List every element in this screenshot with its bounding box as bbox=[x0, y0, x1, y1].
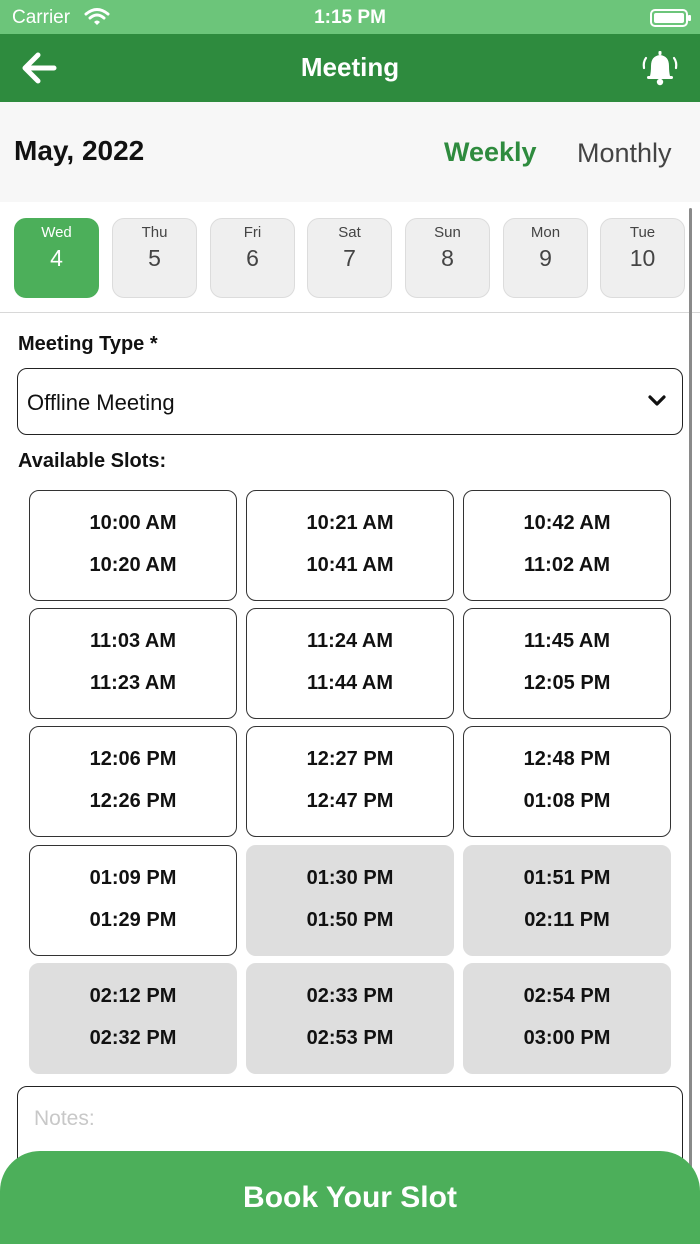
slot-end-time: 02:11 PM bbox=[524, 909, 610, 931]
slot-start-time: 10:42 AM bbox=[523, 512, 611, 534]
slot-start-time: 11:24 AM bbox=[307, 630, 393, 652]
slot-end-time: 11:02 AM bbox=[524, 554, 610, 576]
divider bbox=[0, 312, 700, 313]
time-slot-unavailable: 02:12 PM 02:32 PM bbox=[29, 963, 237, 1074]
slot-start-time: 10:21 AM bbox=[306, 512, 394, 534]
slot-end-time: 12:05 PM bbox=[523, 672, 611, 694]
slot-start-time: 11:03 AM bbox=[90, 630, 176, 652]
time-slot[interactable]: 12:48 PM 01:08 PM bbox=[463, 726, 671, 837]
day-number: 7 bbox=[343, 245, 356, 271]
time-slot-unavailable: 01:30 PM 01:50 PM bbox=[246, 845, 454, 956]
slot-start-time: 02:54 PM bbox=[523, 985, 611, 1007]
slot-end-time: 12:26 PM bbox=[89, 790, 177, 812]
time-slot[interactable]: 10:00 AM 10:20 AM bbox=[29, 490, 237, 601]
slot-end-time: 10:41 AM bbox=[306, 554, 394, 576]
time-slot[interactable]: 12:27 PM 12:47 PM bbox=[246, 726, 454, 837]
day-chip-mon[interactable]: Mon 9 bbox=[503, 218, 588, 298]
tab-monthly[interactable]: Monthly bbox=[577, 138, 672, 169]
slot-end-time: 01:29 PM bbox=[89, 909, 177, 931]
day-number: 9 bbox=[539, 245, 552, 271]
slot-end-time: 02:32 PM bbox=[89, 1027, 177, 1049]
slot-end-time: 02:53 PM bbox=[306, 1027, 394, 1049]
time-slot[interactable]: 10:21 AM 10:41 AM bbox=[246, 490, 454, 601]
status-bar: Carrier 1:15 PM bbox=[0, 0, 700, 34]
time-slot[interactable]: 12:06 PM 12:26 PM bbox=[29, 726, 237, 837]
day-chip-sat[interactable]: Sat 7 bbox=[307, 218, 392, 298]
slot-start-time: 01:09 PM bbox=[89, 867, 177, 889]
day-chip-tue[interactable]: Tue 10 bbox=[600, 218, 685, 298]
time-slot[interactable]: 11:45 AM 12:05 PM bbox=[463, 608, 671, 719]
nav-bar: Meeting bbox=[0, 34, 700, 102]
slot-end-time: 12:47 PM bbox=[306, 790, 394, 812]
slot-start-time: 02:33 PM bbox=[306, 985, 394, 1007]
month-label: May, 2022 bbox=[14, 135, 145, 166]
notification-button[interactable] bbox=[638, 46, 682, 90]
slot-start-time: 10:00 AM bbox=[89, 512, 177, 534]
slot-end-time: 10:20 AM bbox=[89, 554, 177, 576]
slot-end-time: 01:50 PM bbox=[306, 909, 394, 931]
meeting-type-value: Offline Meeting bbox=[27, 390, 175, 415]
bell-icon bbox=[642, 51, 678, 86]
week-days-row: Wed 4 Thu 5 Fri 6 Sat 7 Sun 8 Mon 9 Tue … bbox=[14, 218, 686, 298]
day-chip-fri[interactable]: Fri 6 bbox=[210, 218, 295, 298]
slot-start-time: 01:30 PM bbox=[306, 867, 394, 889]
day-number: 10 bbox=[629, 245, 656, 271]
time-slot[interactable]: 10:42 AM 11:02 AM bbox=[463, 490, 671, 601]
available-slots-label: Available Slots: bbox=[18, 450, 167, 472]
day-name: Wed bbox=[41, 224, 72, 241]
time-slot-unavailable: 02:33 PM 02:53 PM bbox=[246, 963, 454, 1074]
battery-icon bbox=[650, 9, 691, 27]
day-name: Fri bbox=[243, 224, 262, 241]
slot-end-time: 03:00 PM bbox=[523, 1027, 611, 1049]
meeting-type-label: Meeting Type * bbox=[18, 333, 158, 355]
day-name: Sun bbox=[434, 224, 461, 241]
time-slot-unavailable: 01:51 PM 02:11 PM bbox=[463, 845, 671, 956]
time-slot-unavailable: 02:54 PM 03:00 PM bbox=[463, 963, 671, 1074]
month-header: May, 2022 Weekly Monthly bbox=[0, 102, 700, 202]
day-chip-thu[interactable]: Thu 5 bbox=[112, 218, 197, 298]
scrollbar[interactable] bbox=[689, 208, 692, 1168]
time-slot[interactable]: 11:03 AM 11:23 AM bbox=[29, 608, 237, 719]
meeting-type-select[interactable]: Offline Meeting bbox=[17, 368, 683, 435]
slots-grid: 10:00 AM 10:20 AM 10:21 AM 10:41 AM 10:4… bbox=[29, 490, 671, 1075]
time-slot[interactable]: 11:24 AM 11:44 AM bbox=[246, 608, 454, 719]
slot-start-time: 11:45 AM bbox=[524, 630, 610, 652]
slot-start-time: 12:06 PM bbox=[89, 748, 177, 770]
slot-start-time: 12:27 PM bbox=[306, 748, 394, 770]
page-title: Meeting bbox=[300, 52, 400, 82]
slot-start-time: 01:51 PM bbox=[523, 867, 611, 889]
day-number: 5 bbox=[148, 245, 161, 271]
day-chip-sun[interactable]: Sun 8 bbox=[405, 218, 490, 298]
day-number: 4 bbox=[50, 245, 63, 271]
slot-end-time: 11:44 AM bbox=[307, 672, 393, 694]
slot-start-time: 12:48 PM bbox=[523, 748, 611, 770]
day-name: Thu bbox=[141, 224, 168, 241]
day-name: Tue bbox=[629, 224, 656, 241]
day-name: Sat bbox=[338, 224, 361, 241]
book-slot-button[interactable]: Book Your Slot bbox=[0, 1151, 700, 1244]
chevron-down-icon bbox=[648, 394, 666, 413]
slot-start-time: 02:12 PM bbox=[89, 985, 177, 1007]
time-slot[interactable]: 01:09 PM 01:29 PM bbox=[29, 845, 237, 956]
slot-end-time: 01:08 PM bbox=[523, 790, 611, 812]
tab-weekly[interactable]: Weekly bbox=[444, 137, 537, 168]
day-number: 6 bbox=[246, 245, 259, 271]
notes-input[interactable] bbox=[34, 1107, 654, 1131]
day-number: 8 bbox=[441, 245, 454, 271]
day-chip-wed[interactable]: Wed 4 bbox=[14, 218, 99, 298]
status-time: 1:15 PM bbox=[314, 7, 386, 28]
slot-end-time: 11:23 AM bbox=[90, 672, 176, 694]
day-name: Mon bbox=[530, 224, 561, 241]
